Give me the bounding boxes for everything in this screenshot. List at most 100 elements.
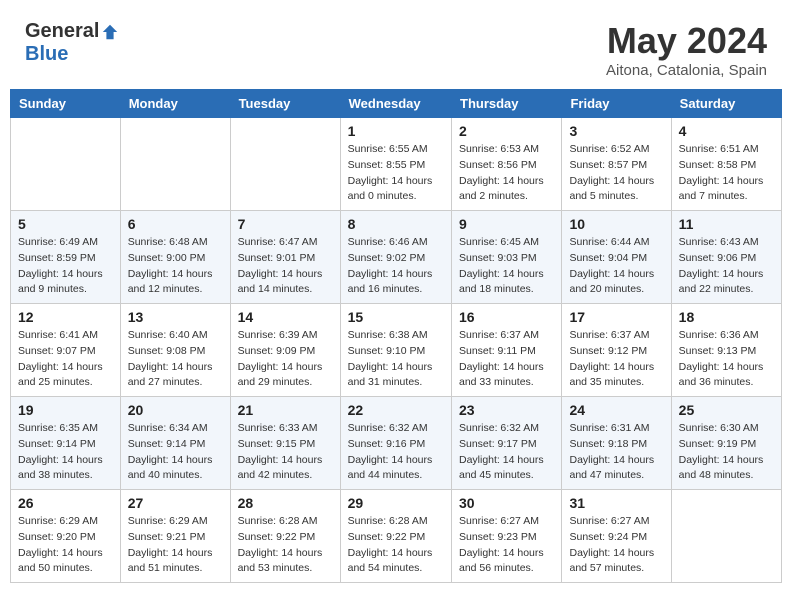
calendar-cell: 2 Sunrise: 6:53 AMSunset: 8:56 PMDaylight… (452, 118, 562, 211)
calendar-cell: 19 Sunrise: 6:35 AMSunset: 9:14 PMDayligh… (11, 397, 121, 490)
day-number: 21 (238, 402, 333, 418)
calendar-cell: 11 Sunrise: 6:43 AMSunset: 9:06 PMDayligh… (671, 211, 781, 304)
calendar-cell: 16Sunrise: 6:37 AMSunset: 9:11 PMDayligh… (452, 304, 562, 397)
day-info: Sunrise: 6:48 AMSunset: 9:00 PMDaylight:… (128, 235, 223, 298)
calendar-cell: 24 Sunrise: 6:31 AMSunset: 9:18 PMDayligh… (562, 397, 671, 490)
calendar-cell: 9 Sunrise: 6:45 AMSunset: 9:03 PMDaylight… (452, 211, 562, 304)
calendar-cell: 1 Sunrise: 6:55 AMSunset: 8:55 PMDaylight… (340, 118, 451, 211)
day-info: Sunrise: 6:37 AMSunset: 9:12 PMDaylight:… (569, 328, 663, 391)
weekday-header: Monday (120, 90, 230, 118)
month-title: May 2024 (606, 20, 767, 62)
calendar-cell (671, 490, 781, 583)
day-number: 22 (348, 402, 444, 418)
logo-general: General (25, 20, 99, 43)
day-info: Sunrise: 6:45 AMSunset: 9:03 PMDaylight:… (459, 235, 554, 298)
day-info: Sunrise: 6:35 AMSunset: 9:14 PMDaylight:… (18, 421, 113, 484)
weekday-header: Wednesday (340, 90, 451, 118)
day-number: 20 (128, 402, 223, 418)
logo-blue: Blue (25, 43, 68, 65)
logo-icon (101, 23, 119, 41)
weekday-header: Tuesday (230, 90, 340, 118)
day-number: 29 (348, 495, 444, 511)
day-number: 9 (459, 216, 554, 232)
calendar-week-row: 26 Sunrise: 6:29 AMSunset: 9:20 PMDayligh… (11, 490, 782, 583)
day-number: 5 (18, 216, 113, 232)
calendar-cell: 26 Sunrise: 6:29 AMSunset: 9:20 PMDayligh… (11, 490, 121, 583)
calendar-cell: 31 Sunrise: 6:27 AMSunset: 9:24 PMDayligh… (562, 490, 671, 583)
day-info: Sunrise: 6:38 AMSunset: 9:10 PMDaylight:… (348, 328, 444, 391)
day-number: 17 (569, 309, 663, 325)
day-info: Sunrise: 6:32 AMSunset: 9:17 PMDaylight:… (459, 421, 554, 484)
calendar-cell: 17 Sunrise: 6:37 AMSunset: 9:12 PMDayligh… (562, 304, 671, 397)
weekday-header: Thursday (452, 90, 562, 118)
title-area: May 2024 Aitona, Catalonia, Spain (606, 20, 767, 79)
calendar-cell: 29 Sunrise: 6:28 AMSunset: 9:22 PMDayligh… (340, 490, 451, 583)
day-info: Sunrise: 6:51 AMSunset: 8:58 PMDaylight:… (679, 142, 774, 205)
calendar-cell (11, 118, 121, 211)
day-info: Sunrise: 6:27 AMSunset: 9:23 PMDaylight:… (459, 514, 554, 577)
day-info: Sunrise: 6:31 AMSunset: 9:18 PMDaylight:… (569, 421, 663, 484)
calendar-cell: 23Sunrise: 6:32 AMSunset: 9:17 PMDayligh… (452, 397, 562, 490)
day-number: 12 (18, 309, 113, 325)
day-number: 13 (128, 309, 223, 325)
day-info: Sunrise: 6:52 AMSunset: 8:57 PMDaylight:… (569, 142, 663, 205)
calendar-cell: 13Sunrise: 6:40 AMSunset: 9:08 PMDayligh… (120, 304, 230, 397)
day-number: 16 (459, 309, 554, 325)
day-number: 30 (459, 495, 554, 511)
day-number: 1 (348, 123, 444, 139)
day-info: Sunrise: 6:27 AMSunset: 9:24 PMDaylight:… (569, 514, 663, 577)
calendar-cell: 12 Sunrise: 6:41 AMSunset: 9:07 PMDayligh… (11, 304, 121, 397)
day-info: Sunrise: 6:29 AMSunset: 9:21 PMDaylight:… (128, 514, 223, 577)
weekday-header-row: SundayMondayTuesdayWednesdayThursdayFrid… (11, 90, 782, 118)
calendar-cell: 3 Sunrise: 6:52 AMSunset: 8:57 PMDaylight… (562, 118, 671, 211)
calendar-cell: 27 Sunrise: 6:29 AMSunset: 9:21 PMDayligh… (120, 490, 230, 583)
calendar-cell: 7 Sunrise: 6:47 AMSunset: 9:01 PMDaylight… (230, 211, 340, 304)
calendar-week-row: 19 Sunrise: 6:35 AMSunset: 9:14 PMDayligh… (11, 397, 782, 490)
day-number: 11 (679, 216, 774, 232)
day-info: Sunrise: 6:30 AMSunset: 9:19 PMDaylight:… (679, 421, 774, 484)
day-number: 8 (348, 216, 444, 232)
calendar-cell: 5Sunrise: 6:49 AMSunset: 8:59 PMDaylight… (11, 211, 121, 304)
day-info: Sunrise: 6:34 AMSunset: 9:14 PMDaylight:… (128, 421, 223, 484)
day-number: 7 (238, 216, 333, 232)
day-info: Sunrise: 6:46 AMSunset: 9:02 PMDaylight:… (348, 235, 444, 298)
day-info: Sunrise: 6:41 AMSunset: 9:07 PMDaylight:… (18, 328, 113, 391)
calendar-cell: 20 Sunrise: 6:34 AMSunset: 9:14 PMDayligh… (120, 397, 230, 490)
logo: General Blue (25, 20, 119, 66)
calendar-cell: 21Sunrise: 6:33 AMSunset: 9:15 PMDayligh… (230, 397, 340, 490)
day-number: 27 (128, 495, 223, 511)
day-number: 24 (569, 402, 663, 418)
day-info: Sunrise: 6:43 AMSunset: 9:06 PMDaylight:… (679, 235, 774, 298)
day-info: Sunrise: 6:53 AMSunset: 8:56 PMDaylight:… (459, 142, 554, 205)
calendar-week-row: 12 Sunrise: 6:41 AMSunset: 9:07 PMDayligh… (11, 304, 782, 397)
page-header: General Blue May 2024 Aitona, Catalonia,… (10, 10, 782, 84)
day-number: 6 (128, 216, 223, 232)
day-number: 19 (18, 402, 113, 418)
day-info: Sunrise: 6:28 AMSunset: 9:22 PMDaylight:… (348, 514, 444, 577)
day-number: 18 (679, 309, 774, 325)
day-number: 25 (679, 402, 774, 418)
day-info: Sunrise: 6:47 AMSunset: 9:01 PMDaylight:… (238, 235, 333, 298)
day-number: 2 (459, 123, 554, 139)
day-info: Sunrise: 6:39 AMSunset: 9:09 PMDaylight:… (238, 328, 333, 391)
calendar-week-row: 1 Sunrise: 6:55 AMSunset: 8:55 PMDaylight… (11, 118, 782, 211)
calendar-cell (230, 118, 340, 211)
calendar-cell: 14Sunrise: 6:39 AMSunset: 9:09 PMDayligh… (230, 304, 340, 397)
calendar-cell: 4 Sunrise: 6:51 AMSunset: 8:58 PMDaylight… (671, 118, 781, 211)
day-info: Sunrise: 6:29 AMSunset: 9:20 PMDaylight:… (18, 514, 113, 577)
day-number: 3 (569, 123, 663, 139)
day-info: Sunrise: 6:36 AMSunset: 9:13 PMDaylight:… (679, 328, 774, 391)
calendar-cell: 15 Sunrise: 6:38 AMSunset: 9:10 PMDayligh… (340, 304, 451, 397)
day-info: Sunrise: 6:55 AMSunset: 8:55 PMDaylight:… (348, 142, 444, 205)
weekday-header: Friday (562, 90, 671, 118)
day-number: 4 (679, 123, 774, 139)
day-number: 15 (348, 309, 444, 325)
calendar-cell: 8 Sunrise: 6:46 AMSunset: 9:02 PMDaylight… (340, 211, 451, 304)
day-number: 31 (569, 495, 663, 511)
calendar-cell: 30 Sunrise: 6:27 AMSunset: 9:23 PMDayligh… (452, 490, 562, 583)
calendar-cell (120, 118, 230, 211)
location: Aitona, Catalonia, Spain (606, 62, 767, 79)
day-number: 26 (18, 495, 113, 511)
day-info: Sunrise: 6:44 AMSunset: 9:04 PMDaylight:… (569, 235, 663, 298)
calendar-cell: 6 Sunrise: 6:48 AMSunset: 9:00 PMDaylight… (120, 211, 230, 304)
